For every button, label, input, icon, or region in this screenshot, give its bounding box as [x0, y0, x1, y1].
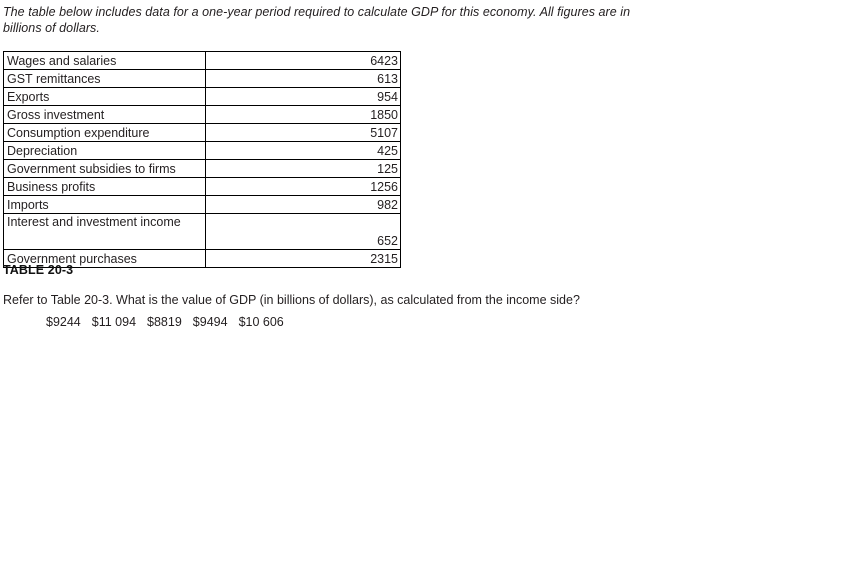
table-cell-value: 613 — [205, 69, 401, 88]
table-row: Interest and investment income 652 — [3, 213, 401, 250]
table-cell-label: GST remittances — [3, 69, 206, 88]
table-cell-value: 2315 — [205, 249, 401, 268]
table-row: Depreciation 425 — [3, 141, 401, 160]
intro-paragraph: The table below includes data for a one-… — [3, 5, 631, 35]
table-cell-value: 425 — [205, 141, 401, 160]
answer-option[interactable]: $11 094 — [92, 314, 136, 331]
question-text: Refer to Table 20-3. What is the value o… — [3, 293, 580, 307]
table-cell-label: Business profits — [3, 177, 206, 196]
answer-option[interactable]: $10 606 — [239, 314, 284, 331]
table-row: Gross investment 1850 — [3, 105, 401, 124]
table-cell-label: Depreciation — [3, 141, 206, 160]
table-cell-value: 125 — [205, 159, 401, 178]
table-cell-value: 1256 — [205, 177, 401, 196]
table-caption: TABLE 20-3 — [3, 263, 74, 277]
answer-option[interactable]: $9494 — [193, 314, 228, 331]
table-cell-value: 652 — [205, 213, 401, 250]
worksheet-page: The table below includes data for a one-… — [0, 0, 855, 570]
table-row: Consumption expenditure 5107 — [3, 123, 401, 142]
table-row: Exports 954 — [3, 87, 401, 106]
answer-options: $9244 $11 094 $8819 $9494 $10 606 — [46, 314, 284, 331]
table-cell-value: 1850 — [205, 105, 401, 124]
gdp-table-body: Wages and salaries 6423 GST remittances 613… — [3, 51, 401, 268]
gdp-data-table: Wages and salaries 6423 GST remittances 613… — [3, 51, 401, 268]
table-cell-label: Consumption expenditure — [3, 123, 206, 142]
table-cell-label: Imports — [3, 195, 206, 214]
table-cell-label: Interest and investment income — [3, 213, 206, 250]
table-cell-value: 982 — [205, 195, 401, 214]
answer-option[interactable]: $9244 — [46, 314, 81, 331]
table-cell-label: Gross investment — [3, 105, 206, 124]
table-cell-value: 5107 — [205, 123, 401, 142]
table-row: Government subsidies to firms 125 — [3, 159, 401, 178]
table-cell-label: Exports — [3, 87, 206, 106]
table-cell-label: Government subsidies to firms — [3, 159, 206, 178]
table-row: Wages and salaries 6423 — [3, 51, 401, 70]
table-row: GST remittances 613 — [3, 69, 401, 88]
table-row: Imports 982 — [3, 195, 401, 214]
table-cell-value: 6423 — [205, 51, 401, 70]
table-cell-value: 954 — [205, 87, 401, 106]
table-cell-label: Wages and salaries — [3, 51, 206, 70]
table-row: Business profits 1256 — [3, 177, 401, 196]
answer-option[interactable]: $8819 — [147, 314, 182, 331]
